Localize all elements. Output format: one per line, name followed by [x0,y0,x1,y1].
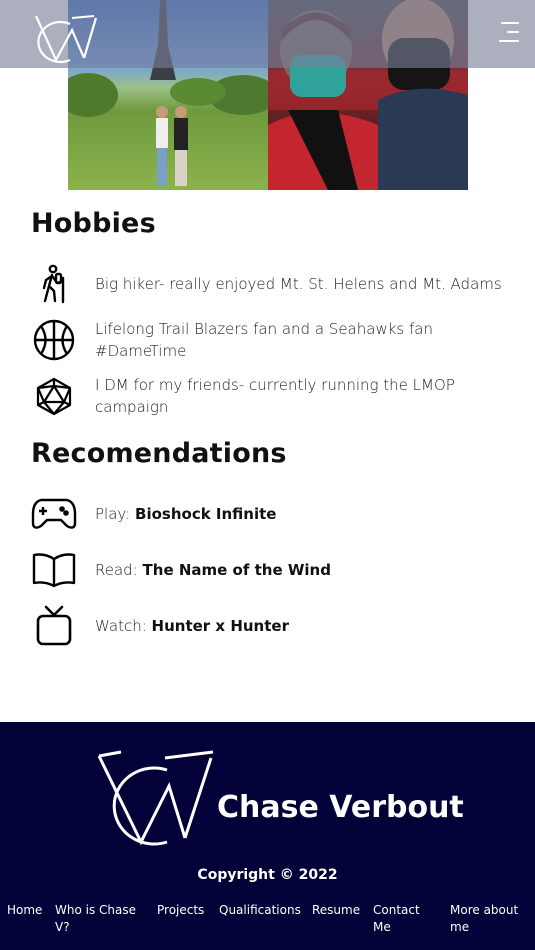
hobby-text: I DM for my friends- currently running t… [95,376,455,416]
hobby-text: Lifelong Trail Blazers fan and a Seahawk… [95,320,433,360]
basketball-icon [30,316,78,364]
site-footer: Chase Verbout Copyright © 2022 Home Who … [0,722,535,950]
recommendation-prefix: Read: [95,561,138,579]
d20-dice-icon [30,372,78,420]
copyright-text: Copyright © 2022 [197,867,338,883]
footer-link-contact[interactable]: Contact Me [373,902,433,936]
recommendation-item-show: Watch: Hunter x Hunter [30,602,510,650]
recommendation-text: Watch: Hunter x Hunter [95,615,289,637]
hobby-text: Big hiker- really enjoyed Mt. St. Helens… [95,275,502,293]
recommendation-title: Hunter x Hunter [151,617,289,635]
recommendation-title: The Name of the Wind [142,561,331,579]
tv-icon [30,602,78,650]
cv-logo-icon[interactable] [32,12,98,64]
hobbies-heading: Hobbies [31,208,156,239]
recommendation-prefix: Play: [95,505,131,523]
recommendations-heading: Recomendations [31,438,287,469]
open-book-icon [30,546,78,594]
footer-link-projects[interactable]: Projects [157,902,204,919]
hiker-icon [30,260,78,308]
hobby-item-dnd: I DM for my friends- currently running t… [30,372,510,420]
recommendation-title: Bioshock Infinite [135,505,277,523]
footer-link-home[interactable]: Home [7,902,42,919]
recommendation-prefix: Watch: [95,617,147,635]
footer-link-resume[interactable]: Resume [312,902,360,919]
hamburger-menu-icon[interactable] [497,22,519,46]
hobby-item-hiking: Big hiker- really enjoyed Mt. St. Helens… [30,260,510,308]
gamepad-icon [30,490,78,538]
cv-logo-icon[interactable] [95,748,217,848]
footer-link-who-is-chase[interactable]: Who is Chase V? [55,902,145,936]
recommendation-text: Play: Bioshock Infinite [95,503,276,525]
footer-link-qualifications[interactable]: Qualifications [219,902,301,919]
site-header [0,0,535,68]
hobby-item-basketball: Lifelong Trail Blazers fan and a Seahawk… [30,316,510,364]
footer-link-more-about-me[interactable]: More about me [450,902,530,936]
recommendation-text: Read: The Name of the Wind [95,559,331,581]
recommendation-item-game: Play: Bioshock Infinite [30,490,510,538]
footer-site-name: Chase Verbout [217,790,464,825]
recommendation-item-book: Read: The Name of the Wind [30,546,510,594]
